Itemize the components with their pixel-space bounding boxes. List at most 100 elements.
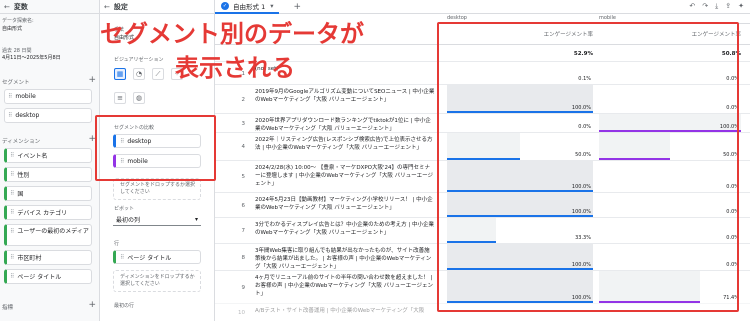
download-icon[interactable]: ⤓: [715, 2, 718, 11]
metrics-section: 指標 +: [2, 301, 96, 312]
variables-panel-header: ← 変数: [0, 0, 99, 14]
row-page-title: 4ヶ月でリニューアル前のサイトの半年の問い合わせ数を超えました！ | お客様の声…: [255, 275, 434, 297]
drag-handle-icon[interactable]: ⠿: [120, 254, 124, 261]
metric-header-mobile[interactable]: エンゲージメント率: [599, 30, 741, 40]
row-number: 7: [241, 228, 246, 234]
drag-handle-icon[interactable]: ⠿: [8, 112, 12, 119]
add-tab-icon[interactable]: +: [293, 2, 301, 12]
row-page-title: 2022年｜リスティング広告(レスポンシブ検索広告)で上位表示させる方法 | 中…: [255, 137, 433, 151]
exploration-name[interactable]: 自由形式: [2, 26, 22, 33]
table-row[interactable]: 5 2024/2/28(水) 10:00～ 【豊泉・マーケDXPO大阪'24】の専…: [215, 160, 750, 192]
mobile-value: 0.0%: [726, 262, 739, 268]
donut-viz-icon[interactable]: ◔: [133, 68, 145, 80]
drag-handle-icon[interactable]: ⠿: [10, 254, 14, 261]
dimension-chip[interactable]: ⠿ ユーザーの最初のメディア: [4, 224, 92, 246]
drag-handle-icon[interactable]: ⠿: [8, 93, 12, 100]
table-row[interactable]: 7 3分でわかるディスプレイ広告とは？中小企業のための考え方 | 中小企業のWeb…: [215, 217, 750, 243]
geo-viz-icon[interactable]: ◍: [133, 92, 145, 104]
dimension-chip-label: デバイス カテゴリ: [17, 210, 68, 217]
mobile-value: 0.0%: [726, 209, 739, 215]
overlay-title-line2: 表示される: [175, 54, 295, 82]
bar-viz-icon[interactable]: ≡: [114, 92, 126, 104]
dimension-chip-label: 国: [17, 191, 24, 198]
desktop-value: 100.0%: [571, 295, 591, 301]
segment-column-mobile: mobile: [599, 15, 616, 21]
dimension-chip[interactable]: ⠿ ページ タイトル: [4, 269, 92, 284]
total-mobile: 50.8%: [721, 51, 741, 57]
desktop-value: 0.1%: [578, 76, 591, 82]
line-viz-icon[interactable]: ⟋: [152, 68, 164, 80]
mobile-value: 0.0%: [726, 235, 739, 241]
desktop-value: 100.0%: [571, 209, 591, 215]
table-row[interactable]: 9 4ヶ月でリニューアル前のサイトの半年の問い合わせ数を超えました！ | お客様の…: [215, 270, 750, 303]
date-range[interactable]: 4月11日～2025年5月8日: [2, 55, 61, 62]
row-number: 8: [241, 254, 246, 261]
row-number: 3: [241, 120, 246, 127]
dimension-chip-label: ページ タイトル: [17, 274, 62, 281]
segment-chip-mobile[interactable]: ⠿ mobile: [4, 89, 92, 104]
redo-icon[interactable]: ↷: [702, 2, 708, 11]
dimension-chip[interactable]: ⠿ デバイス カテゴリ: [4, 205, 92, 220]
dimension-drop-zone[interactable]: ディメンションをドロップするか選択してください: [113, 270, 201, 292]
drag-handle-icon[interactable]: ⠿: [10, 190, 14, 197]
segments-label: セグメント: [2, 80, 30, 86]
variables-panel: ← 変数 データ探索名: 自由形式 過去 28 日間 4月11日～2025年5月…: [0, 0, 100, 321]
collapse-arrow-icon[interactable]: ←: [104, 3, 110, 11]
row-page-title: A/Bテスト・サイト改善運用 | 中小企業のWebマーケティング「大阪: [255, 308, 425, 314]
share-icon[interactable]: ⇪: [725, 2, 731, 11]
tab-freeform-1[interactable]: ✓ 自由形式 1 ▾: [215, 0, 280, 14]
row-number: 10: [238, 310, 245, 316]
drag-handle-icon[interactable]: ⠿: [120, 158, 124, 165]
table-row[interactable]: 8 3年間Web集客に取り組んでも結果が出なかったものが、サイト改善施策後から結果…: [215, 243, 750, 270]
add-segment-icon[interactable]: +: [88, 76, 96, 86]
row-number: 9: [241, 284, 246, 291]
toolbar: ↶ ↷ ⤓ ⇪ ✦: [689, 2, 744, 11]
settings-panel-title: 設定: [113, 2, 128, 11]
drag-handle-icon[interactable]: ⠿: [120, 138, 124, 145]
tab-dropdown-icon[interactable]: ▾: [270, 2, 273, 10]
row-page-title: 3年間Web集客に取り組んでも結果が出なかったものが、サイト改善施策後から結果が…: [255, 248, 432, 270]
table-row[interactable]: 10 A/Bテスト・サイト改善運用 | 中小企業のWebマーケティング「大阪: [215, 303, 750, 321]
insights-icon[interactable]: ✦: [738, 2, 744, 11]
segment-chip-label: mobile: [15, 93, 36, 100]
drag-handle-icon[interactable]: ⠿: [10, 209, 14, 216]
collapse-arrow-icon[interactable]: ←: [4, 3, 10, 11]
visualization-label: ビジュアリゼーション: [114, 57, 164, 63]
dimension-chip[interactable]: ⠿ 市区町村: [4, 250, 92, 265]
drag-handle-icon[interactable]: ⠿: [10, 273, 14, 280]
add-dimension-icon[interactable]: +: [88, 135, 96, 145]
desktop-value: 100.0%: [571, 105, 591, 111]
drag-handle-icon[interactable]: ⠿: [10, 228, 14, 236]
dimension-chip[interactable]: ⠿ イベント名: [4, 148, 92, 163]
dimension-chip-label: イベント名: [17, 153, 48, 160]
table-viz-icon[interactable]: ▦: [114, 68, 126, 80]
table-row[interactable]: 3 2020年世界アプリダウンロード数ランキングでtiktokが1位に | 中小企…: [215, 113, 750, 132]
segment-compare-mobile[interactable]: ⠿ mobile: [113, 154, 201, 168]
segment-compare-label-text: mobile: [127, 157, 148, 165]
table-row[interactable]: 4 2022年｜リスティング広告(レスポンシブ検索広告)で上位表示させる方法 | …: [215, 132, 750, 160]
table-row[interactable]: 2 2019年9月のGoogleアルゴリズム変動についてSEOニュース | 中小企…: [215, 84, 750, 113]
undo-icon[interactable]: ↶: [689, 2, 695, 11]
row-number: 4: [241, 144, 246, 150]
table-row[interactable]: 6 2024年5月23日【動画教材】マーケティング小学校リリース！ | 中小企業の…: [215, 192, 750, 217]
check-icon: ✓: [221, 1, 229, 10]
segment-drop-zone[interactable]: セグメントをドロップするか選択してください: [113, 178, 201, 200]
mobile-value: 100.0%: [719, 124, 739, 130]
total-desktop: 52.9%: [573, 51, 593, 57]
row-page-title: 2020年世界アプリダウンロード数ランキングでtiktokが1位に | 中小企業…: [255, 118, 431, 132]
metric-header-desktop[interactable]: エンゲージメント率: [447, 30, 593, 40]
drag-handle-icon[interactable]: ⠿: [10, 152, 14, 159]
exploration-name-label: データ探索名:: [2, 18, 34, 24]
segment-compare-desktop[interactable]: ⠿ desktop: [113, 134, 201, 148]
dimension-chip[interactable]: ⠿ 性別: [4, 167, 92, 182]
desktop-value: 50.0%: [575, 152, 591, 158]
segment-chip-desktop[interactable]: ⠿ desktop: [4, 108, 92, 123]
table-row[interactable]: 1 (not set) 0.1% 0.0%: [215, 61, 750, 84]
drag-handle-icon[interactable]: ⠿: [10, 171, 14, 178]
pivot-select[interactable]: 最初の列 ▾: [113, 213, 201, 226]
add-metric-icon[interactable]: +: [88, 301, 96, 311]
row-page-title: 2019年9月のGoogleアルゴリズム変動についてSEOニュース | 中小企業…: [255, 89, 435, 103]
settings-panel-header: ← 設定: [100, 0, 214, 14]
dimension-chip[interactable]: ⠿ 国: [4, 186, 92, 201]
rows-dimension-chip[interactable]: ⠿ ページ タイトル: [113, 250, 201, 264]
